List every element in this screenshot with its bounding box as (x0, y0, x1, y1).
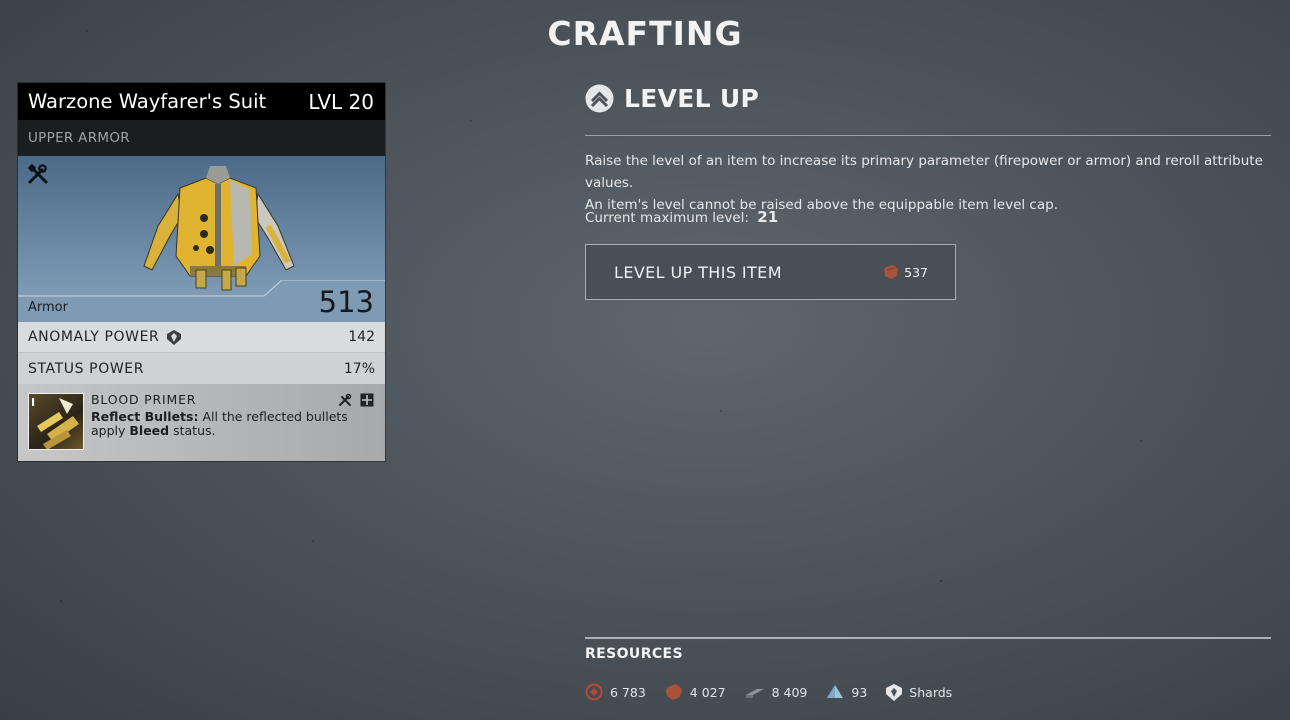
max-level: Current maximum level: 21 (585, 208, 778, 226)
item-art: Armor 513 (18, 156, 385, 322)
max-level-label: Current maximum level: (585, 210, 749, 226)
background-speck (940, 580, 942, 582)
armor-label: Armor (28, 300, 68, 315)
item-card[interactable]: Warzone Wayfarer's Suit LVL 20 UPPER ARM… (18, 83, 385, 461)
resource-iron: 8 409 (745, 684, 808, 700)
item-name: Warzone Wayfarer's Suit (28, 90, 267, 113)
item-card-header: Warzone Wayfarer's Suit LVL 20 (18, 83, 385, 120)
mod-ability: Reflect Bullets: (91, 409, 199, 424)
attribute-value: 142 (348, 329, 375, 345)
background-speck (60, 600, 62, 602)
level-up-cost: 537 (883, 264, 928, 280)
scrap-resource-icon (585, 683, 603, 701)
iron-resource-icon (745, 689, 764, 698)
level-up-header: LEVEL UP (585, 84, 759, 113)
blood-primer-mod-image (37, 398, 79, 449)
max-level-value: 21 (757, 208, 779, 226)
divider (585, 637, 1271, 639)
mod-slot-tag: I (31, 396, 36, 409)
mod-description: Reflect Bullets: All the reflected bulle… (91, 410, 361, 438)
level-up-button[interactable]: LEVEL UP THIS ITEM 537 (585, 244, 956, 300)
level-up-icon (585, 84, 614, 113)
resources-list: 6 783 4 027 8 409 93 Shards (585, 683, 971, 701)
resource-shards: Shards (886, 683, 953, 701)
attribute-row-status-power: STATUS POWER 17% (18, 353, 385, 384)
shards-icon (886, 683, 903, 701)
titanium-resource-icon (827, 685, 844, 698)
mod-name: BLOOD PRIMER (91, 392, 197, 407)
cost-value: 537 (904, 264, 928, 280)
resource-leather: 4 027 (665, 683, 726, 701)
mod-status: Bleed (129, 423, 170, 438)
description-line: Raise the level of an item to increase i… (585, 153, 1263, 191)
mod-thumbnail: I (28, 393, 84, 450)
jacket-image (143, 166, 295, 291)
attribute-name: ANOMALY POWER (28, 329, 160, 345)
resources-title: RESOURCES (585, 646, 683, 662)
armor-stat-band: Armor 513 (18, 280, 385, 322)
resource-scrap: 6 783 (585, 683, 646, 701)
level-up-description: Raise the level of an item to increase i… (585, 150, 1275, 216)
resource-value: Shards (909, 684, 953, 700)
attribute-row-anomaly-power: ANOMALY POWER 142 (18, 322, 385, 353)
crafted-tools-icon (339, 393, 352, 406)
mod-row[interactable]: I BLOOD PRIMER Reflect Bullets: All the … (18, 384, 385, 461)
background-speck (720, 410, 722, 412)
background-speck (1140, 440, 1142, 442)
item-category: UPPER ARMOR (18, 120, 385, 156)
attribute-value: 17% (343, 360, 375, 377)
divider (585, 135, 1271, 136)
anomaly-power-icon (167, 329, 182, 345)
leather-resource-icon (665, 684, 682, 700)
resource-value: 4 027 (689, 684, 726, 700)
resource-value: 6 783 (610, 684, 646, 700)
level-up-button-label: LEVEL UP THIS ITEM (614, 262, 782, 282)
level-up-title: LEVEL UP (624, 84, 760, 113)
background-speck (470, 120, 472, 122)
crafted-tools-icon (27, 163, 48, 184)
attribute-name: STATUS POWER (28, 360, 145, 377)
item-level: LVL 20 (308, 89, 374, 114)
mod-grid-icon (360, 393, 374, 407)
armor-value: 513 (318, 285, 374, 319)
page-title: CRAFTING (547, 14, 743, 53)
resource-value: 8 409 (771, 684, 808, 700)
leather-resource-icon (884, 265, 899, 279)
background-speck (312, 540, 314, 542)
mod-text-end: status. (173, 423, 216, 438)
resource-titanium: 93 (826, 684, 867, 700)
resource-value: 93 (851, 684, 868, 700)
